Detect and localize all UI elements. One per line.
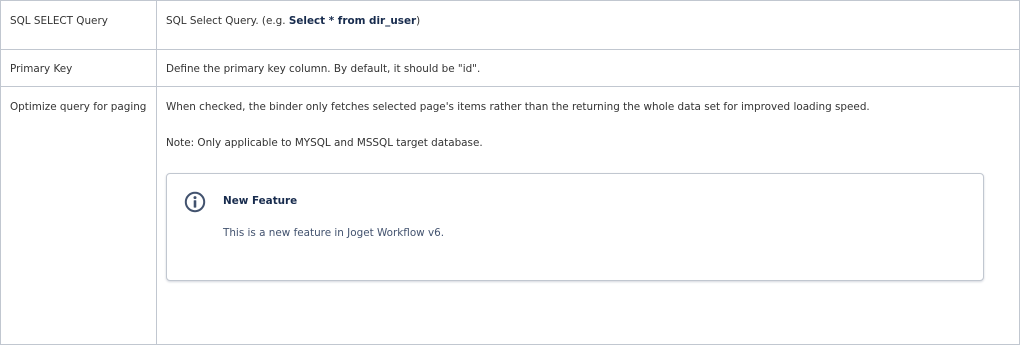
property-description-cell: Define the primary key column. By defaul… — [156, 49, 1020, 87]
property-description: When checked, the binder only fetches se… — [166, 101, 870, 113]
property-description-cell: When checked, the binder only fetches se… — [156, 86, 1020, 345]
description-suffix: ) — [416, 15, 421, 27]
info-icon — [184, 191, 206, 213]
table-row: Primary Key Define the primary key colum… — [0, 49, 1020, 87]
info-panel: New Feature This is a new feature in Jog… — [166, 173, 984, 281]
property-name: Primary Key — [10, 63, 73, 75]
description-prefix: SQL Select Query. (e.g. — [166, 15, 289, 27]
property-name-cell: Primary Key — [0, 49, 157, 87]
property-name: SQL SELECT Query — [10, 15, 108, 27]
property-name-cell: Optimize query for paging — [0, 86, 157, 345]
property-description-cell: SQL Select Query. (e.g. Select * from di… — [156, 0, 1020, 50]
property-name-cell: SQL SELECT Query — [0, 0, 157, 50]
property-name: Optimize query for paging — [10, 101, 147, 113]
property-description: SQL Select Query. (e.g. Select * from di… — [166, 15, 1010, 28]
info-panel-title: New Feature — [223, 195, 298, 207]
table-row: SQL SELECT Query SQL Select Query. (e.g.… — [0, 0, 1020, 50]
note-text: Note: Only applicable to MYSQL and MSSQL… — [166, 137, 483, 149]
info-panel-body: This is a new feature in Joget Workflow … — [223, 227, 445, 239]
sql-example: Select * from dir_user — [288, 15, 417, 27]
property-description: Define the primary key column. By defaul… — [166, 63, 481, 75]
table-row: Optimize query for paging When checked, … — [0, 86, 1020, 345]
properties-table: SQL SELECT Query SQL Select Query. (e.g.… — [0, 0, 1020, 345]
